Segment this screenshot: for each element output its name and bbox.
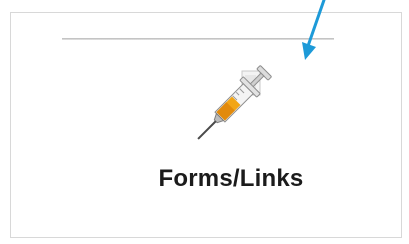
tile-label: Forms/Links	[158, 165, 304, 192]
forms-links-tile[interactable]: Forms/Links	[110, 55, 360, 205]
syringe-icon	[197, 65, 272, 140]
pointer-arrow-icon	[302, 0, 326, 60]
